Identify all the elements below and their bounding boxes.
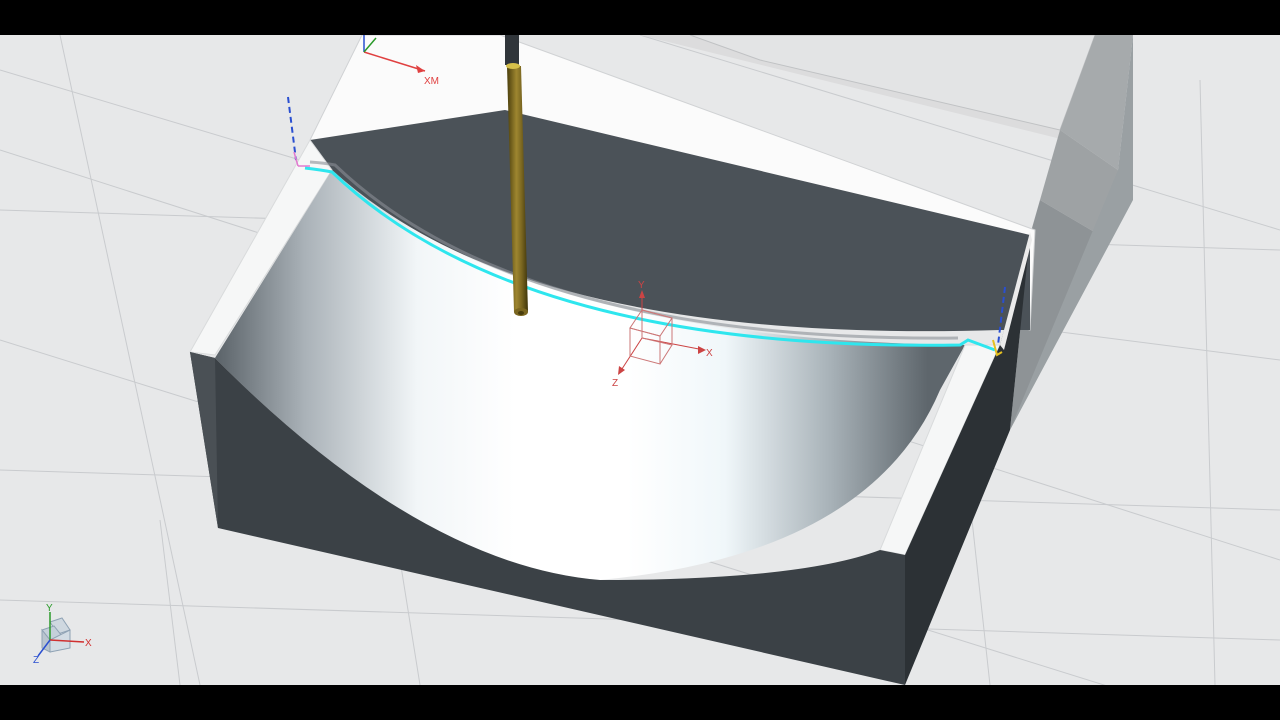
letterbox-bottom xyxy=(0,685,1280,720)
letterbox-top xyxy=(0,0,1280,35)
work-x-label: X xyxy=(706,348,713,359)
view-triad[interactable] xyxy=(37,612,85,657)
workpiece-block xyxy=(189,35,1036,685)
machine-x-label: XM xyxy=(424,76,439,87)
work-y-label: Y xyxy=(638,280,645,291)
work-z-label: Z xyxy=(612,378,618,389)
triad-y-label: Y xyxy=(46,603,53,614)
triad-x-label: X xyxy=(85,638,92,649)
graphics-viewport[interactable]: XM Y X Z Y X Z xyxy=(0,35,1280,685)
triad-z-label: Z xyxy=(33,655,39,666)
